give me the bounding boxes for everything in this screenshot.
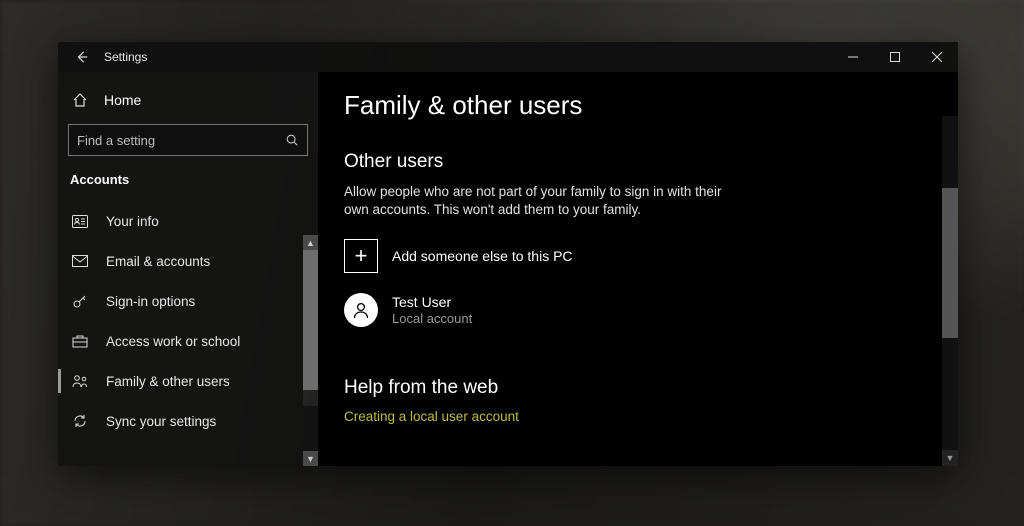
id-card-icon bbox=[70, 215, 90, 228]
sync-icon bbox=[70, 413, 90, 429]
close-icon bbox=[932, 52, 942, 62]
user-entry[interactable]: Test User Local account bbox=[344, 293, 932, 327]
key-icon bbox=[70, 293, 90, 309]
section-title-help: Help from the web bbox=[344, 377, 932, 399]
sidebar-item-family-other-users[interactable]: Family & other users bbox=[58, 361, 318, 401]
section-desc-other-users: Allow people who are not part of your fa… bbox=[344, 183, 724, 219]
sidebar-scroll-down[interactable]: ▼ bbox=[303, 451, 318, 466]
page-title: Family & other users bbox=[344, 90, 932, 121]
add-user-button[interactable]: + Add someone else to this PC bbox=[344, 239, 932, 273]
titlebar: Settings bbox=[58, 42, 958, 72]
search-input[interactable] bbox=[77, 133, 285, 148]
back-button[interactable] bbox=[70, 45, 94, 69]
sidebar-category: Accounts bbox=[58, 156, 318, 189]
home-label: Home bbox=[104, 92, 141, 108]
sidebar-item-label: Access work or school bbox=[106, 334, 240, 349]
add-user-label: Add someone else to this PC bbox=[392, 248, 573, 264]
user-account-type: Local account bbox=[392, 311, 472, 327]
sidebar-item-your-info[interactable]: Your info bbox=[58, 201, 318, 241]
content-scroll-down[interactable]: ▼ bbox=[942, 450, 958, 466]
settings-window: Settings Home bbox=[58, 42, 958, 466]
sidebar-item-label: Email & accounts bbox=[106, 254, 210, 269]
content-scrollbar-thumb[interactable] bbox=[942, 188, 958, 338]
search-icon bbox=[285, 133, 299, 147]
home-button[interactable]: Home bbox=[58, 84, 318, 116]
sidebar-item-label: Sync your settings bbox=[106, 414, 216, 429]
window-title: Settings bbox=[104, 50, 147, 64]
arrow-left-icon bbox=[75, 50, 89, 64]
sidebar-item-label: Sign-in options bbox=[106, 294, 195, 309]
sidebar-scroll-up[interactable]: ▲ bbox=[303, 235, 318, 250]
person-icon bbox=[351, 300, 371, 320]
sidebar-item-sync-settings[interactable]: Sync your settings bbox=[58, 401, 318, 441]
user-name: Test User bbox=[392, 294, 472, 311]
window-controls bbox=[832, 42, 958, 72]
sidebar-scrollbar-thumb[interactable] bbox=[303, 250, 318, 390]
help-link-create-local-account[interactable]: Creating a local user account bbox=[344, 409, 932, 424]
minimize-button[interactable] bbox=[832, 42, 874, 72]
section-title-other-users: Other users bbox=[344, 151, 932, 173]
sidebar-item-label: Your info bbox=[106, 214, 159, 229]
close-button[interactable] bbox=[916, 42, 958, 72]
sidebar-item-sign-in-options[interactable]: Sign-in options bbox=[58, 281, 318, 321]
sidebar: Home Accounts Your info bbox=[58, 72, 318, 466]
maximize-icon bbox=[890, 52, 900, 62]
people-icon bbox=[70, 374, 90, 388]
briefcase-icon bbox=[70, 334, 90, 348]
avatar bbox=[344, 293, 378, 327]
sidebar-nav: Your info Email & accounts Sign-in optio… bbox=[58, 201, 318, 441]
sidebar-item-label: Family & other users bbox=[106, 374, 230, 389]
sidebar-item-access-work-school[interactable]: Access work or school bbox=[58, 321, 318, 361]
minimize-icon bbox=[848, 52, 858, 62]
plus-icon: + bbox=[344, 239, 378, 273]
content-pane: Family & other users Other users Allow p… bbox=[318, 72, 958, 466]
search-box[interactable] bbox=[68, 124, 308, 156]
mail-icon bbox=[70, 255, 90, 267]
home-icon bbox=[70, 92, 90, 108]
sidebar-item-email-accounts[interactable]: Email & accounts bbox=[58, 241, 318, 281]
maximize-button[interactable] bbox=[874, 42, 916, 72]
